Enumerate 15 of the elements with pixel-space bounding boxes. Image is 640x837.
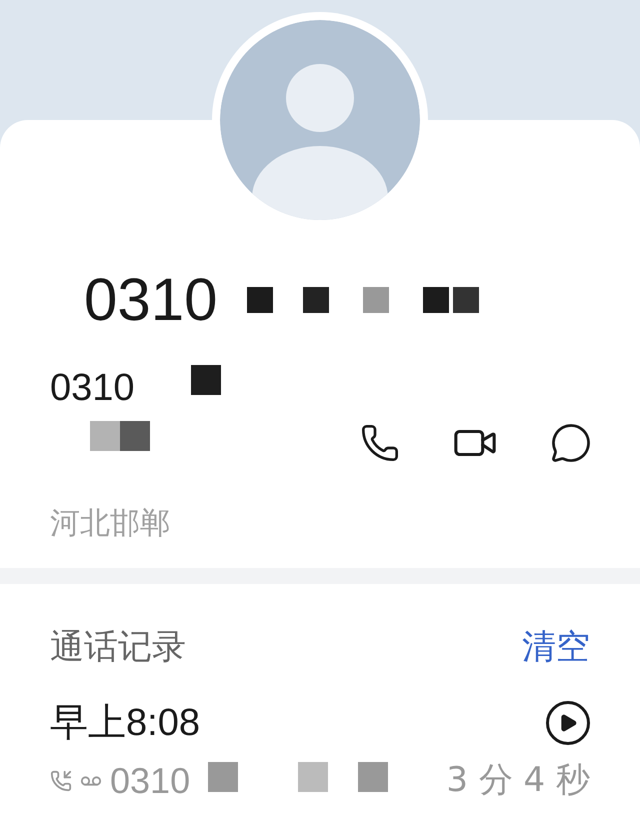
contact-number-title: 0310 <box>84 270 218 330</box>
call-duration: 3 分 4 秒 <box>446 759 590 802</box>
caller-number: 0310 <box>110 758 190 802</box>
section-title: 通话记录 <box>50 626 186 668</box>
avatar-icon <box>220 20 420 220</box>
message-icon[interactable] <box>550 422 592 464</box>
redaction-mark <box>90 420 150 450</box>
redaction-mark <box>190 365 221 395</box>
call-icon[interactable] <box>360 423 400 463</box>
play-icon[interactable] <box>546 701 590 745</box>
location-text: 河北邯郸 <box>50 504 171 542</box>
call-time: 早上8:08 <box>50 700 200 746</box>
phone-number: 0310 <box>50 366 135 411</box>
incoming-call-icon <box>50 770 72 792</box>
clear-button[interactable]: 清空 <box>522 622 590 672</box>
